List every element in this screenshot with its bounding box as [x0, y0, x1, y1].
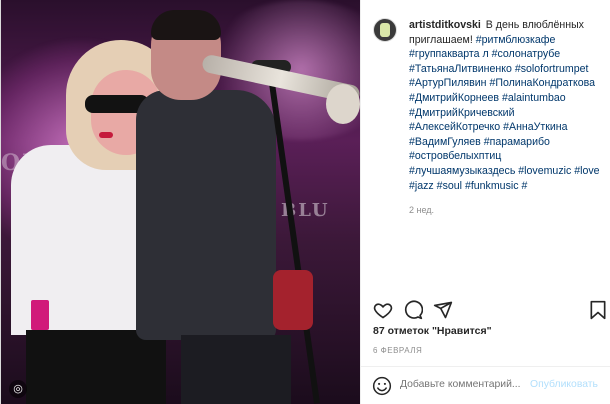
post-caption: artistditkovski В день влюблённых пригла…: [373, 18, 608, 218]
username-link[interactable]: artistditkovski: [409, 19, 481, 31]
bookmark-icon[interactable]: [588, 300, 608, 320]
heart-icon[interactable]: [373, 300, 393, 320]
likes-count[interactable]: 87 отметок "Нравится": [373, 325, 492, 337]
publish-button[interactable]: Опубликовать: [530, 379, 598, 390]
time-ago[interactable]: 2 нед.: [409, 203, 608, 218]
post-photo[interactable]: OM BLU ◎: [1, 0, 360, 404]
share-icon[interactable]: [433, 300, 453, 320]
post-details-panel: artistditkovski В день влюблённых пригла…: [360, 0, 610, 404]
comment-icon[interactable]: [403, 300, 423, 320]
avatar[interactable]: [373, 18, 397, 42]
smile-icon[interactable]: [372, 376, 392, 396]
comment-input[interactable]: [400, 379, 530, 390]
caption-body: artistditkovski В день влюблённых пригла…: [409, 18, 608, 218]
trumpet-bell: [326, 84, 360, 124]
post-container: OM BLU ◎ artistditkovski: [0, 0, 610, 404]
post-date: 6 ФЕВРАЛЯ: [373, 346, 423, 355]
hashtags[interactable]: #ритмблюзкафе #группакварта л #солонатру…: [409, 34, 600, 192]
action-bar: [373, 298, 608, 322]
instagram-icon: ◎: [9, 380, 27, 398]
add-comment-bar: Опубликовать: [360, 366, 610, 404]
drum: [273, 270, 313, 330]
